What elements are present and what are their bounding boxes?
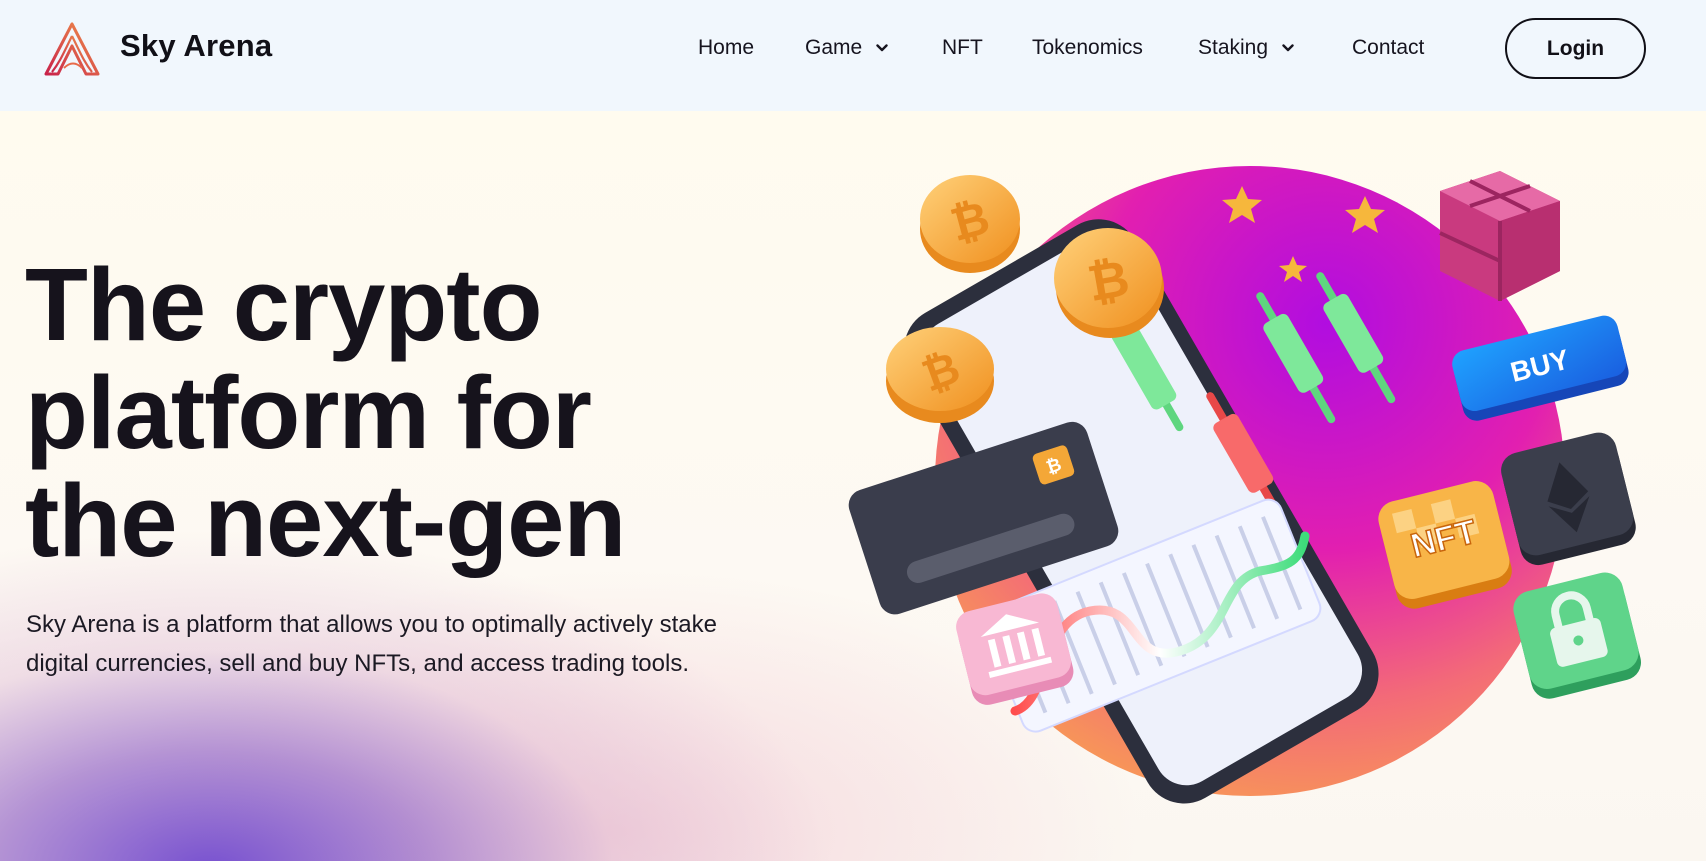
nav-tokenomics-label: Tokenomics xyxy=(1032,36,1143,59)
nav-contact[interactable]: Contact xyxy=(1352,34,1424,62)
nav-nft[interactable]: NFT xyxy=(942,34,983,62)
chevron-down-icon xyxy=(876,44,888,52)
hero-section: The crypto platform for the next-gen Sky… xyxy=(0,111,1706,861)
nav-contact-label: Contact xyxy=(1352,36,1425,59)
hero-description-line: Sky Arena is a platform that allows you … xyxy=(26,611,717,638)
nav-staking-label: Staking xyxy=(1198,36,1269,59)
nav-home[interactable]: Home xyxy=(698,34,754,62)
site-header: Sky Arena Home Game NFT Tokenomics Staki… xyxy=(0,0,1706,111)
hero-headline-line: platform for xyxy=(25,355,592,470)
hero-headline-line: the next-gen xyxy=(25,463,626,578)
chevron-down-icon xyxy=(1282,44,1294,52)
bitcoin-coin-icon: ₿ xyxy=(886,327,994,423)
sky-arena-logo-icon[interactable] xyxy=(42,22,102,78)
hero-headline-line: The crypto xyxy=(25,247,543,362)
hero-headline: The crypto platform for the next-gen xyxy=(25,251,725,575)
nav-staking[interactable]: Staking xyxy=(1198,34,1294,62)
nav-home-label: Home xyxy=(698,36,755,59)
nav-game-label: Game xyxy=(805,36,863,59)
hero-description-line: digital currencies, sell and buy NFTs, a… xyxy=(26,650,689,677)
bitcoin-coin-icon: ₿ xyxy=(1054,228,1164,338)
nav-game[interactable]: Game xyxy=(805,34,888,62)
nav-nft-label: NFT xyxy=(942,36,983,59)
login-button[interactable]: Login xyxy=(1505,18,1646,79)
hero-description: Sky Arena is a platform that allows you … xyxy=(26,605,786,683)
crypto-illustration: ₿ ₿ ₿ ₿ BUY NFT xyxy=(848,166,1642,804)
brand-name[interactable]: Sky Arena xyxy=(120,28,272,64)
nav-tokenomics[interactable]: Tokenomics xyxy=(1032,34,1143,62)
bitcoin-coin-icon: ₿ xyxy=(920,175,1020,273)
